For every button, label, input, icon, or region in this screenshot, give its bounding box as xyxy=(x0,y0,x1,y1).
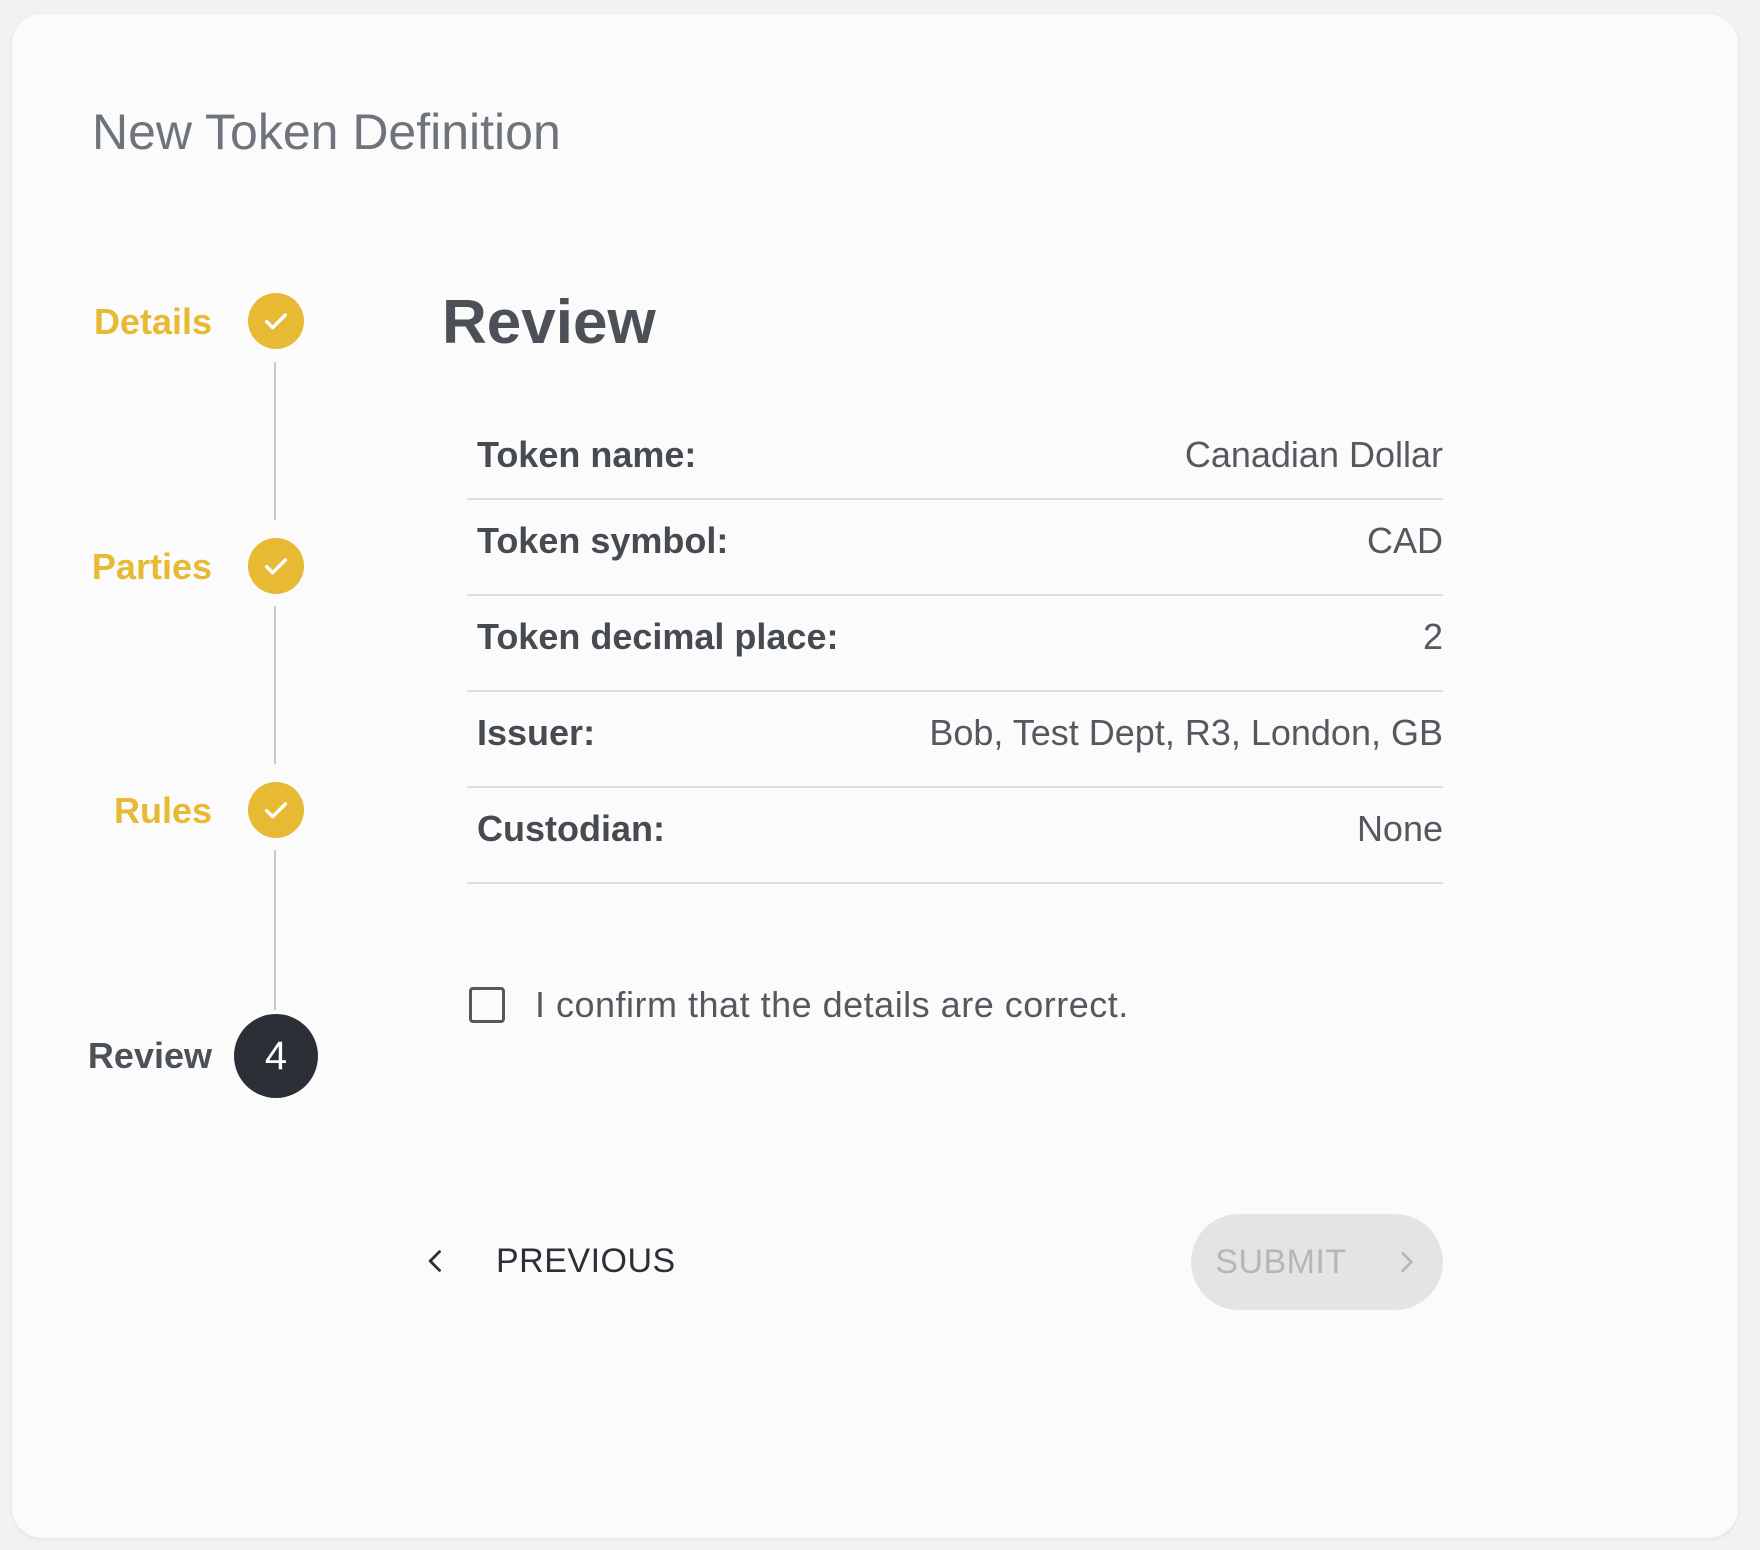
token-definition-card: New Token Definition Details Parties Rul… xyxy=(12,14,1738,1538)
review-value: CAD xyxy=(1366,520,1443,561)
chevron-left-icon xyxy=(428,1250,441,1272)
step-label-parties[interactable]: Parties xyxy=(12,545,212,589)
confirm-checkbox[interactable] xyxy=(469,987,505,1023)
review-row-decimal-place: Token decimal place: 2 xyxy=(467,596,1443,692)
check-icon xyxy=(264,313,288,330)
step-rules-complete[interactable] xyxy=(248,782,304,838)
step-connector xyxy=(274,850,276,1010)
step-parties-complete[interactable] xyxy=(248,538,304,594)
review-label: Token decimal place: xyxy=(477,616,839,657)
submit-label: SUBMIT xyxy=(1215,1242,1347,1281)
review-row-issuer: Issuer: Bob, Test Dept, R3, London, GB xyxy=(467,692,1443,788)
step-label-details[interactable]: Details xyxy=(12,300,212,344)
review-row-custodian: Custodian: None xyxy=(467,788,1443,884)
review-label: Token name: xyxy=(477,434,697,475)
review-row-token-symbol: Token symbol: CAD xyxy=(467,500,1443,596)
step-number: 4 xyxy=(264,1033,288,1078)
submit-button[interactable]: SUBMIT xyxy=(1191,1214,1443,1310)
step-label-review: Review xyxy=(87,1035,212,1076)
step-details-complete[interactable] xyxy=(248,293,304,349)
previous-button[interactable]: PREVIOUS xyxy=(412,1216,686,1306)
review-value: None xyxy=(1356,808,1443,849)
review-row-token-name: Token name: Canadian Dollar xyxy=(467,424,1443,500)
stepper: Details Parties Rules Review 4 xyxy=(12,14,412,1414)
review-value: 2 xyxy=(1422,616,1443,657)
confirm-label[interactable]: I confirm that the details are correct. xyxy=(535,984,1129,1026)
check-icon xyxy=(264,802,288,819)
review-label: Custodian: xyxy=(477,808,665,849)
review-value: Bob, Test Dept, R3, London, GB xyxy=(929,712,1443,753)
previous-label: PREVIOUS xyxy=(496,1241,676,1280)
check-icon xyxy=(264,558,288,575)
step-label-rules[interactable]: Rules xyxy=(12,789,212,833)
step-connector xyxy=(274,362,276,520)
review-value: Canadian Dollar xyxy=(1184,434,1443,475)
step-connector xyxy=(274,606,276,764)
review-title: Review xyxy=(442,288,656,357)
review-label: Token symbol: xyxy=(477,520,729,561)
review-label: Issuer: xyxy=(477,712,596,753)
review-list: Token name: Canadian Dollar Token symbol… xyxy=(467,424,1443,884)
confirm-row[interactable]: I confirm that the details are correct. xyxy=(469,984,1129,1026)
step-review-active: 4 xyxy=(234,1014,318,1098)
chevron-right-icon xyxy=(1401,1252,1413,1272)
